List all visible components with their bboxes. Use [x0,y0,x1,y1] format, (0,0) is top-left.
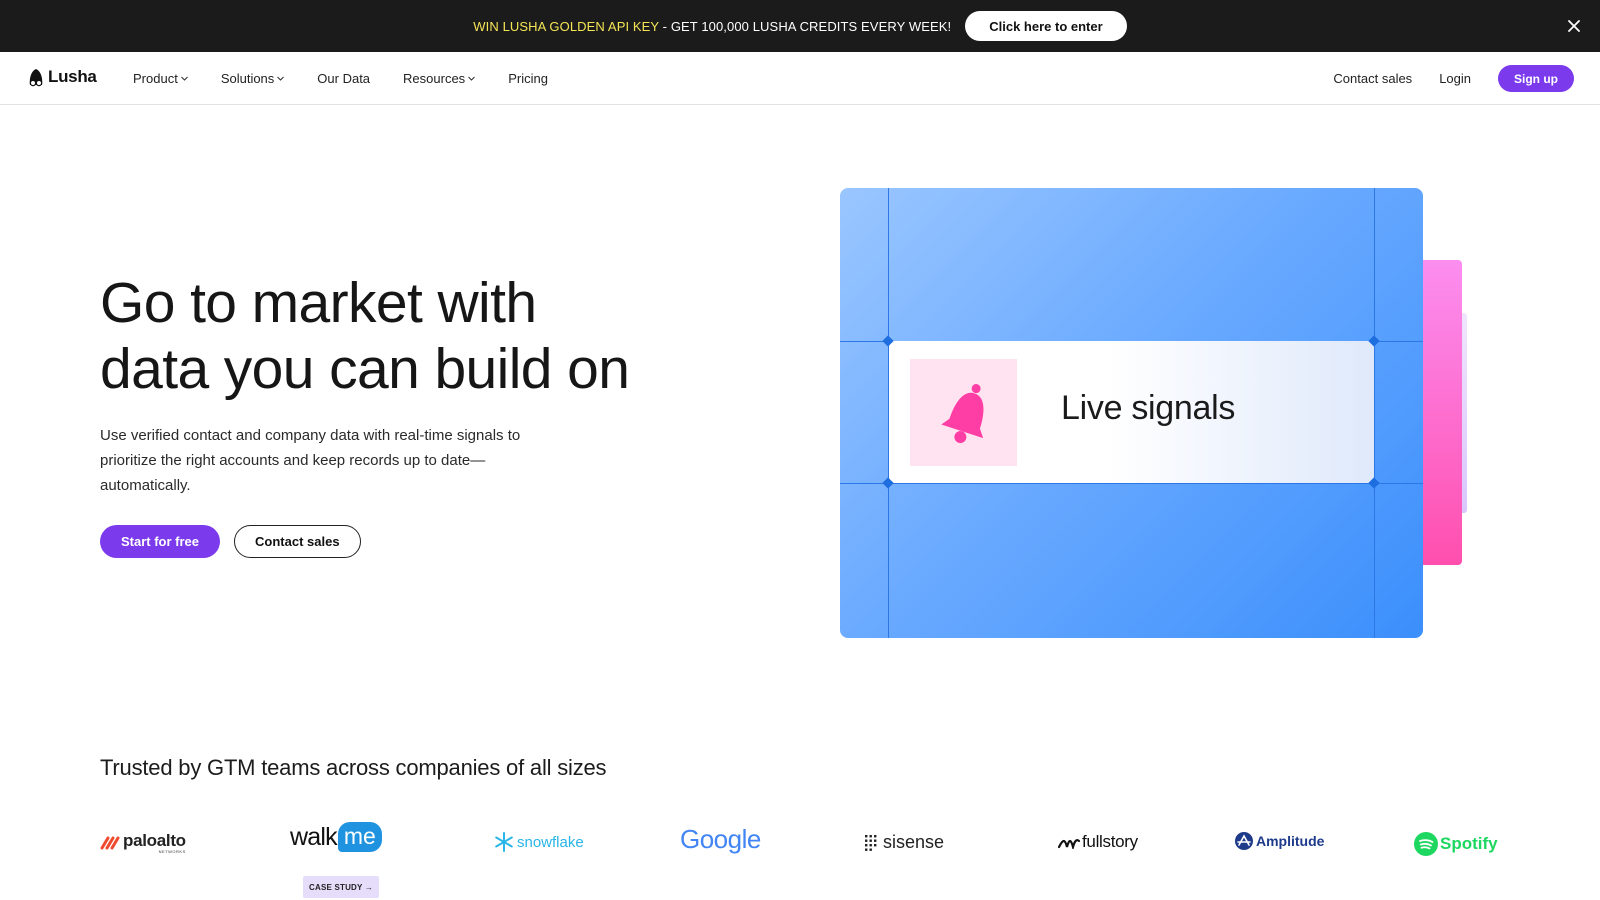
paloalto-logo: paloalto NETWORKS [100,832,186,854]
snowflake-name: snowflake [517,833,584,851]
paloalto-subtitle: NETWORKS [158,849,186,854]
nav-solutions-label: Solutions [220,71,275,86]
live-signals-label: Live signals [1061,389,1236,427]
snowflake-icon [495,832,513,852]
customer-logos: paloalto NETWORKS walk me CASE STUDY → s… [0,820,1600,898]
hero-title-line-1: Go to market with [100,271,537,335]
sisense-mark-icon [865,834,877,851]
hero-cta-group: Start for free Contact sales [100,525,361,558]
paloalto-mark-icon [100,836,120,850]
promo-banner: WIN LUSHA GOLDEN API KEY - GET 100,000 L… [0,0,1600,52]
promo-text: WIN LUSHA GOLDEN API KEY - GET 100,000 L… [473,19,951,34]
hero-illustration: Live signals [840,188,1500,643]
grid-line [1374,188,1375,638]
lusha-logo-icon [29,69,43,87]
trusted-heading: Trusted by GTM teams across companies of… [100,755,607,780]
nav-resources[interactable]: Resources [403,71,476,86]
case-study-badge[interactable]: CASE STUDY → [303,876,380,898]
spotify-logo: Spotify [1414,832,1498,856]
contact-sales-button[interactable]: Contact sales [234,525,361,558]
lusha-logo[interactable]: Lusha [27,67,97,87]
chevron-down-icon [277,76,285,81]
nav-contact-sales-link[interactable]: Contact sales [1333,71,1412,86]
amplitude-name: Amplitude [1256,833,1325,849]
walkme-name: walk [290,822,338,851]
nav-resources-label: Resources [403,71,466,86]
paloalto-name: paloalto [123,831,186,850]
hero-title-line-2: data you can build on [100,337,630,401]
nav-our-data[interactable]: Our Data [317,71,370,86]
bell-icon [910,359,1017,466]
live-signals-panel: Live signals [889,341,1374,483]
chevron-down-icon [180,76,188,81]
google-name: Google [680,824,761,854]
fullstory-mark-icon [1058,839,1080,849]
fullstory-logo: fullstory [1058,832,1138,852]
nav-product-label: Product [133,71,178,86]
nav-login-link[interactable]: Login [1439,71,1471,86]
grid-line [840,483,1423,484]
sisense-name: sisense [883,832,945,852]
hero-subtitle: Use verified contact and company data wi… [100,427,521,494]
spotify-mark-icon [1414,832,1438,856]
close-icon[interactable] [1562,14,1586,38]
snowflake-logo: snowflake [494,832,584,852]
nav-solutions[interactable]: Solutions [220,71,285,86]
nav-pricing[interactable]: Pricing [508,71,548,86]
amplitude-mark-icon [1235,832,1253,850]
logo-text: Lusha [48,67,97,86]
promo-message: - GET 100,000 LUSHA CREDITS EVERY WEEK! [658,18,952,34]
nav-product[interactable]: Product [133,71,188,86]
fullstory-name: fullstory [1082,832,1138,851]
google-logo: Google [680,824,761,855]
nav-pricing-label: Pricing [508,71,548,86]
nav-actions: Contact sales Login Sign up [1306,52,1574,105]
sign-up-button[interactable]: Sign up [1498,65,1574,92]
spotify-name: Spotify [1440,834,1498,853]
signal-card: Live signals [840,188,1423,638]
walkme-bubble: me [337,822,382,852]
chevron-down-icon [468,76,476,81]
top-navigation: Lusha Product Solutions Our Data Resourc… [0,52,1600,105]
enter-contest-button[interactable]: Click here to enter [965,11,1127,41]
promo-highlight: WIN LUSHA GOLDEN API KEY [473,18,659,34]
nav-our-data-label: Our Data [317,71,371,86]
hero-title: Go to market with data you can build on [100,270,720,402]
amplitude-logo: Amplitude [1235,832,1324,850]
sisense-logo: sisense [864,832,944,853]
start-for-free-button[interactable]: Start for free [100,525,221,558]
nav-links: Product Solutions Our Data Resources Pri… [133,52,581,105]
walkme-logo: walk me [290,822,382,852]
